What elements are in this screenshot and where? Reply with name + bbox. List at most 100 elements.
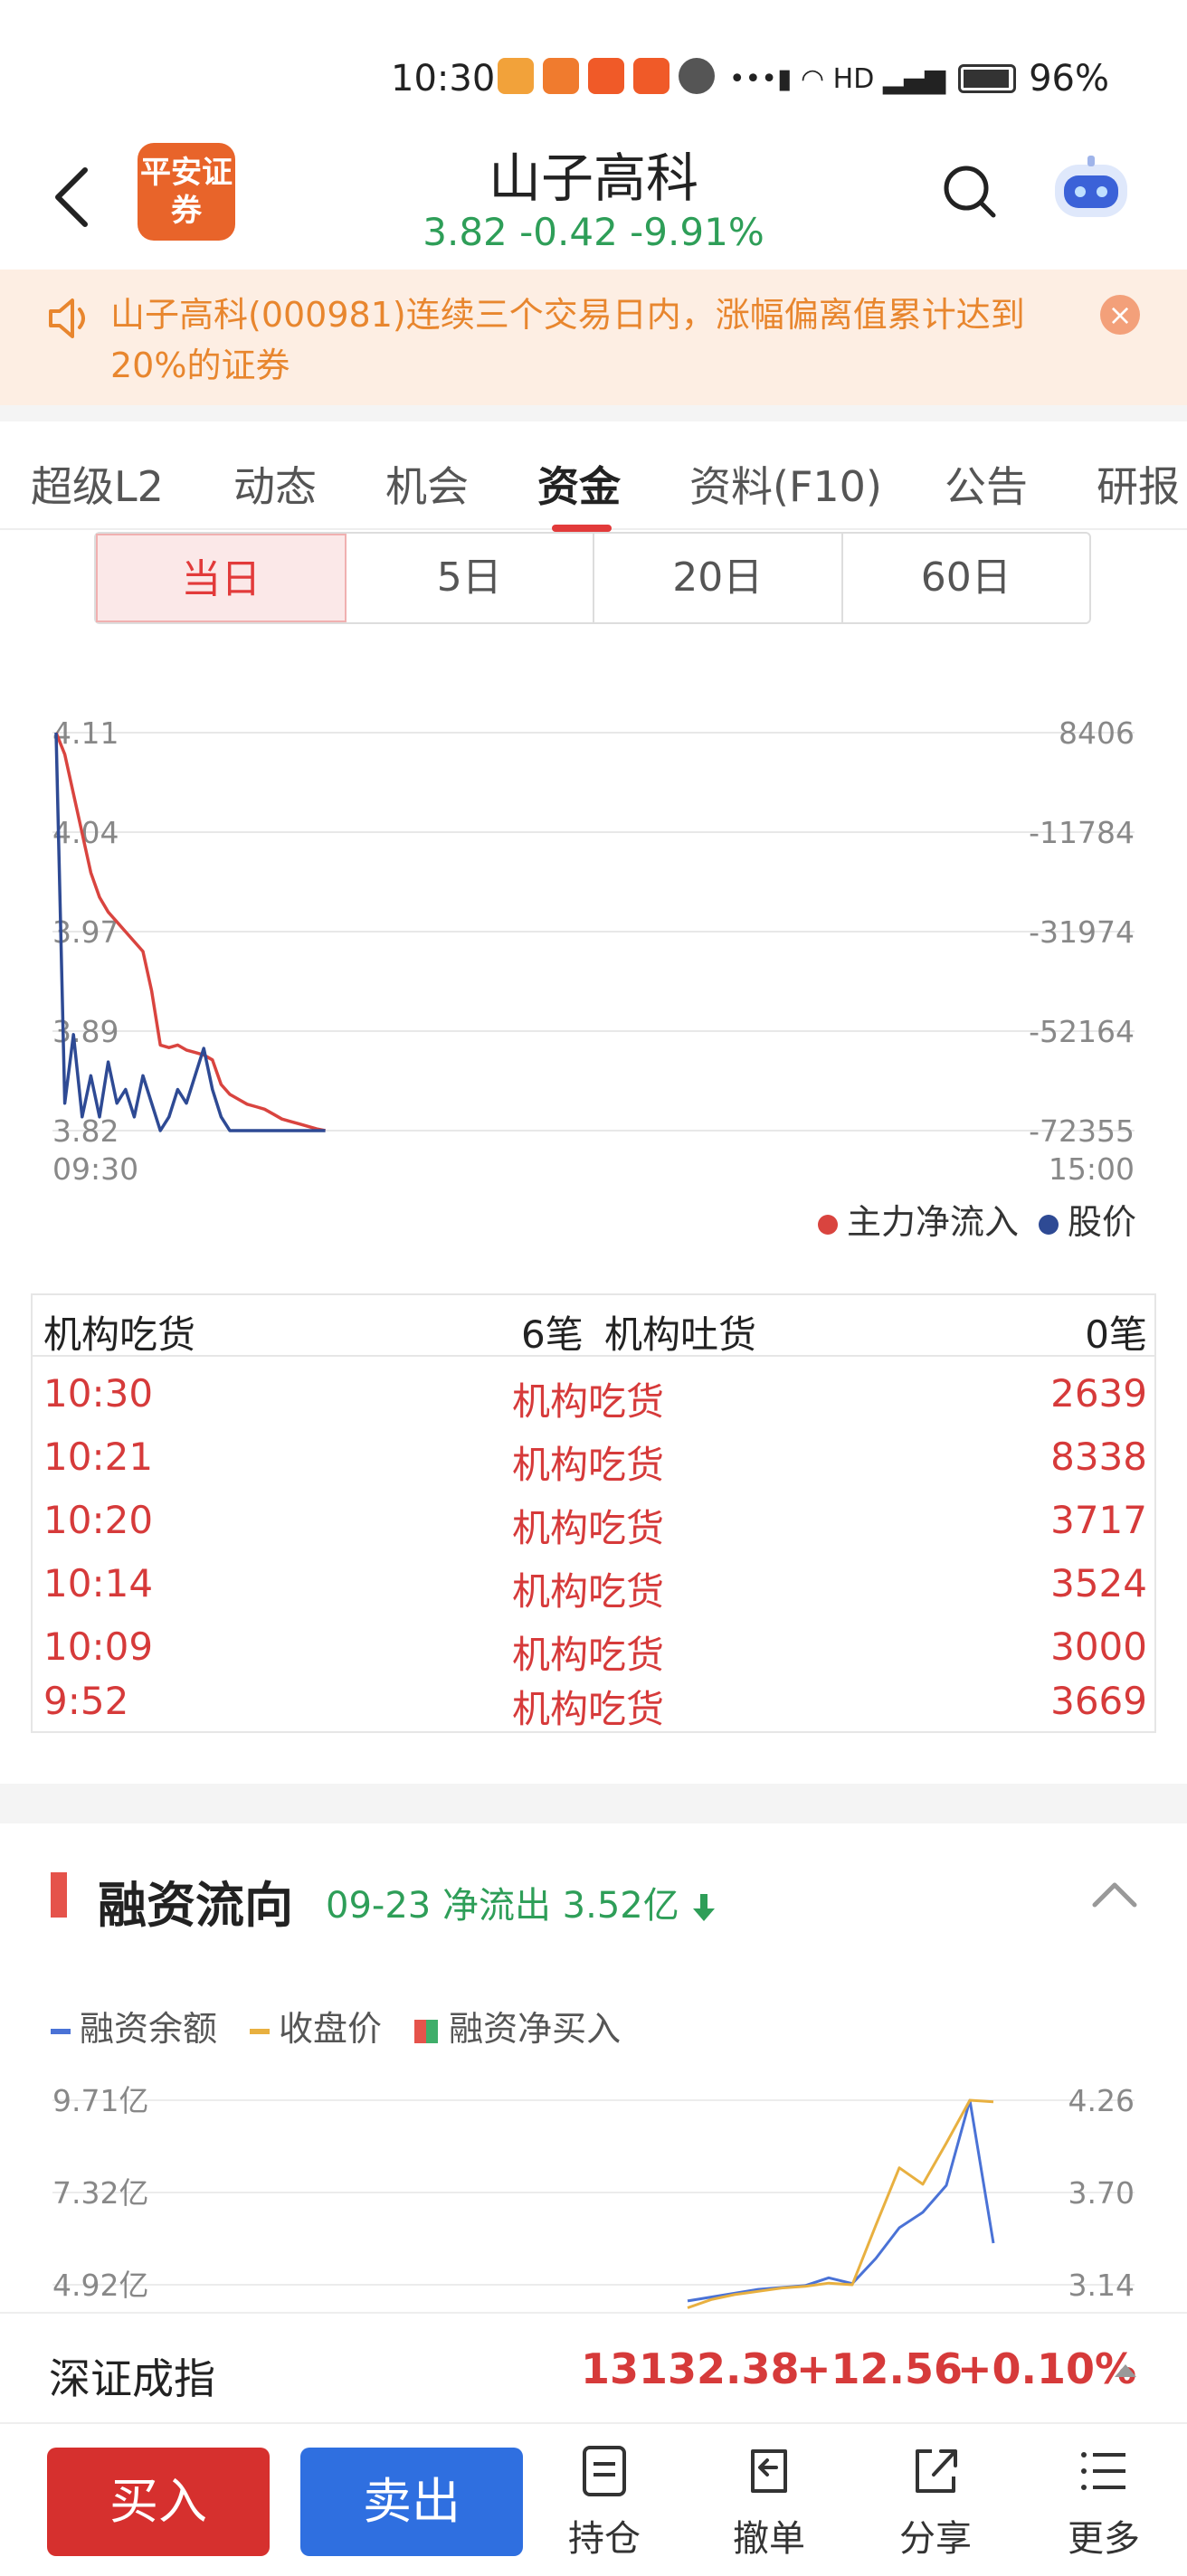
stock-header: 山子高科 3.82 -0.42 -9.91% 平安证券 xyxy=(0,136,1187,270)
buy-button[interactable]: 买入 xyxy=(47,2448,270,2556)
table-row: 9:52 机构吃货 3669 xyxy=(33,1668,1154,1731)
period-20d[interactable]: 20日 xyxy=(594,534,843,622)
tab-funds[interactable]: 资金 xyxy=(537,454,621,514)
divider xyxy=(0,405,1187,421)
tab-announcements[interactable]: 公告 xyxy=(945,454,1028,514)
trade-volume: 3669 xyxy=(1050,1679,1147,1723)
y-right-tick-label: 4.26 xyxy=(1068,2083,1135,2118)
cancel-order-label: 撤单 xyxy=(733,2518,805,2560)
legend-main-inflow-label: 主力净流入 xyxy=(846,1202,1019,1242)
margin-flow-chart: 9.71亿 4.26 7.32亿 3.70 4.92亿 3.14 xyxy=(0,2071,1187,2314)
system-status: •••▮ ◠ HD ▂▄▆ 96% xyxy=(729,58,1109,99)
table-row: 10:30 机构吃货 2639 xyxy=(33,1360,1154,1424)
chevron-up-icon[interactable] xyxy=(1091,1876,1138,1912)
holdings-label: 持仓 xyxy=(568,2518,641,2560)
series-line-close-price xyxy=(687,2098,994,2309)
margin-flow-header[interactable]: 融资流向 09-23 净流出 3.52亿 xyxy=(0,1823,1187,1968)
trade-time: 10:30 xyxy=(43,1371,154,1416)
tab-profile-f10[interactable]: 资料(F10) xyxy=(689,454,882,514)
period-60d[interactable]: 60日 xyxy=(843,534,1090,622)
y-left-tick-label: 9.71亿 xyxy=(52,2083,148,2118)
close-notice-button[interactable]: × xyxy=(1100,295,1140,335)
holdings-button[interactable]: 持仓 xyxy=(550,2442,659,2562)
institution-trades-table: 机构吃货 6笔 机构吐货 0笔 10:30 机构吃货 2639 10:21 机构… xyxy=(31,1293,1156,1733)
trade-type: 机构吃货 xyxy=(512,1506,665,1550)
series-line-margin-balance xyxy=(687,2098,995,2303)
period-5d[interactable]: 5日 xyxy=(347,534,594,622)
table-row: 10:21 机构吃货 8338 xyxy=(33,1424,1154,1487)
active-tab-indicator xyxy=(552,525,612,532)
legend-price: 股价 xyxy=(1038,1194,1136,1244)
y-right-tick-label: 8406 xyxy=(1059,715,1135,751)
tab-research[interactable]: 研报 xyxy=(1097,454,1180,514)
caret-up-icon[interactable] xyxy=(1115,2364,1136,2377)
tab-opportunity[interactable]: 机会 xyxy=(385,454,469,514)
y-left-tick-label: 4.92亿 xyxy=(52,2268,148,2303)
trade-volume: 3524 xyxy=(1050,1561,1147,1605)
status-bar: 10:30 •••▮ ◠ HD ▂▄▆ 96% xyxy=(0,0,1187,136)
legend-close-price-label: 收盘价 xyxy=(279,2009,383,2049)
index-ticker[interactable]: 深证成指 13132.38 +12.56 +0.10% xyxy=(0,2312,1187,2424)
detail-tabs: 超级L2 动态 机会 资金 资料(F10) 公告 研报 xyxy=(0,421,1187,532)
chevron-left-icon xyxy=(55,167,88,227)
margin-flow-chart-svg: 9.71亿 4.26 7.32亿 3.70 4.92亿 3.14 xyxy=(52,2083,1135,2309)
y-right-tick-label: -52164 xyxy=(1029,1014,1135,1049)
notification-icons xyxy=(498,58,715,94)
signal-icon: •••▮ ◠ HD ▂▄▆ xyxy=(728,62,946,95)
taobao-icon xyxy=(588,58,624,94)
legend-margin-balance-label: 融资余额 xyxy=(80,2009,218,2049)
legend-dot-blue xyxy=(1038,1214,1059,1235)
assistant-button[interactable] xyxy=(1049,154,1133,226)
status-time: 10:30 xyxy=(391,58,496,99)
share-label: 分享 xyxy=(899,2518,972,2560)
document-icon xyxy=(583,2446,626,2496)
sell-count: 0笔 xyxy=(1085,1312,1147,1357)
period-selector: 当日 5日 20日 60日 xyxy=(94,532,1091,624)
stock-price: 3.82 xyxy=(423,210,508,254)
search-icon xyxy=(944,166,996,218)
legend-net-buy-label: 融资净买入 xyxy=(449,2009,622,2049)
index-value: 13132.38 xyxy=(581,2344,800,2393)
app-notification-icon xyxy=(543,58,579,94)
margin-flow-title: 融资流向 xyxy=(98,1877,293,1934)
battery-icon xyxy=(958,64,1017,93)
search-button[interactable] xyxy=(941,163,999,221)
share-icon xyxy=(916,2449,957,2493)
index-change: +12.56 xyxy=(796,2344,964,2393)
tab-super-l2[interactable]: 超级L2 xyxy=(31,454,164,514)
index-name: 深证成指 xyxy=(49,2354,215,2403)
robot-icon xyxy=(1055,156,1127,217)
x-tick-label: 09:30 xyxy=(52,1151,138,1185)
y-left-tick-label: 7.32亿 xyxy=(52,2175,148,2211)
trade-time: 9:52 xyxy=(43,1679,129,1723)
period-today[interactable]: 当日 xyxy=(96,534,347,622)
app-notification-icon xyxy=(498,58,534,94)
legend-line-yellow xyxy=(250,2028,271,2034)
stock-change: -0.42 xyxy=(519,210,618,254)
legend-close-price: 收盘价 xyxy=(250,2001,382,2050)
margin-flow-summary: 09-23 净流出 3.52亿 xyxy=(326,1876,717,1928)
cancel-order-button[interactable]: 撤单 xyxy=(715,2442,823,2562)
legend-box-redgreen xyxy=(414,2019,439,2043)
fund-flow-chart: 4.11 8406 4.04 -11784 3.97 -31974 3.89 -52164 3.… xyxy=(0,696,1187,1203)
stock-change-pct: -9.91% xyxy=(630,210,764,254)
trade-type: 机构吃货 xyxy=(512,1443,665,1487)
share-button[interactable]: 分享 xyxy=(881,2442,990,2562)
more-button[interactable]: 更多 xyxy=(1049,2442,1158,2562)
trade-volume: 2639 xyxy=(1050,1371,1147,1416)
sell-button[interactable]: 卖出 xyxy=(300,2448,523,2556)
notice-text: 山子高科(000981)连续三个交易日内，涨幅偏离值累计达到20%的证券 xyxy=(110,295,1025,385)
margin-legend: 融资余额 收盘价 融资净买入 xyxy=(51,2001,621,2050)
trade-time: 10:14 xyxy=(43,1561,154,1605)
trade-volume: 8338 xyxy=(1050,1435,1147,1479)
broker-logo[interactable]: 平安证券 xyxy=(138,143,235,241)
back-button[interactable] xyxy=(45,161,100,233)
buy-count: 6笔 xyxy=(521,1312,584,1357)
table-row: 10:20 机构吃货 3717 xyxy=(33,1487,1154,1550)
menu-icon xyxy=(1081,2452,1125,2490)
more-label: 更多 xyxy=(1068,2518,1140,2560)
index-change-pct: +0.10% xyxy=(957,2344,1137,2393)
y-right-tick-label: -11784 xyxy=(1029,815,1135,850)
x-tick-label: 15:00 xyxy=(1049,1151,1135,1185)
tab-news[interactable]: 动态 xyxy=(233,454,317,514)
